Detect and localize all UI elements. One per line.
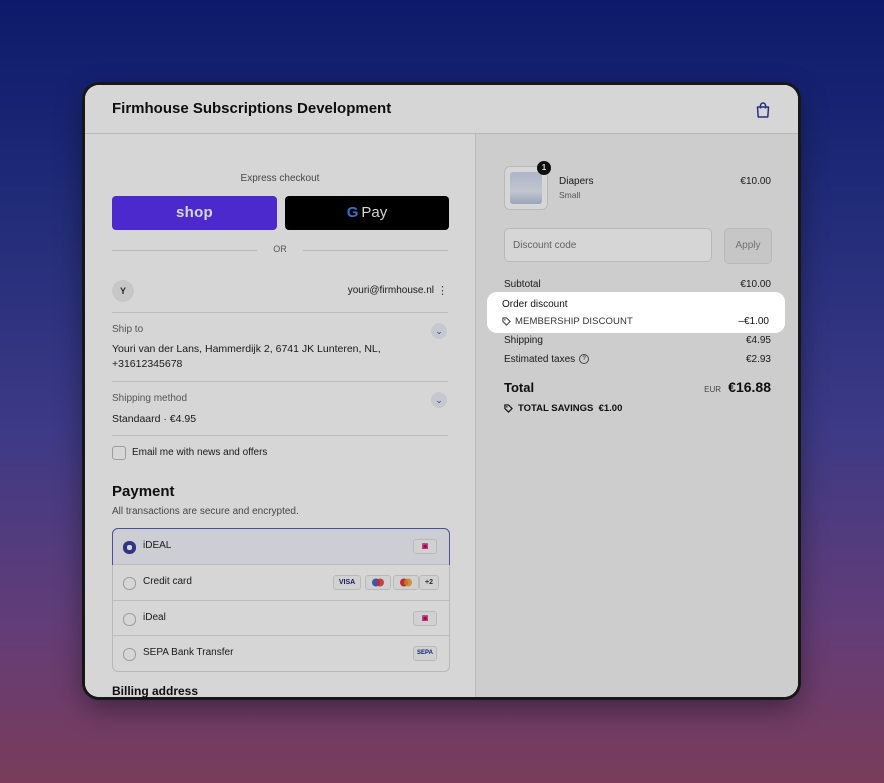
quantity-badge: 1 — [537, 161, 551, 175]
payment-subtitle: All transactions are secure and encrypte… — [112, 506, 299, 517]
account-email: youri@firmhouse.nl — [347, 285, 434, 296]
order-discount-highlight: Order discount MEMBERSHIP DISCOUNT –€1.0… — [487, 292, 785, 333]
estimated-taxes-label: Estimated taxes — [504, 354, 576, 365]
ship-to-address: Youri van der Lans, Hammerdijk 2, 6741 J… — [112, 343, 381, 355]
or-divider: OR — [112, 244, 448, 256]
estimated-taxes-row: Estimated taxes? — [504, 354, 590, 365]
more-options-icon[interactable]: ⋮ — [437, 284, 448, 297]
ship-to-label: Ship to — [112, 324, 144, 335]
tag-icon — [504, 404, 513, 413]
discount-code-name: MEMBERSHIP DISCOUNT — [515, 316, 633, 327]
order-summary: 1 Diapers Small €10.00 Apply Subtotal €1… — [475, 134, 798, 697]
payment-methods: iDEAL ▣ Credit card VISA +2 iDeal ▣ SEPA… — [112, 528, 450, 672]
product-variant: Small — [559, 190, 581, 200]
tag-icon — [502, 317, 511, 326]
google-icon: G — [346, 204, 359, 221]
discount-code-input[interactable] — [504, 228, 712, 262]
total-savings-label: TOTAL SAVINGS — [518, 403, 594, 414]
payment-option-credit-card[interactable]: Credit card VISA +2 — [113, 565, 449, 600]
divider — [112, 435, 448, 436]
radio-unselected[interactable] — [123, 577, 136, 590]
radio-unselected[interactable] — [123, 648, 136, 661]
apply-discount-button[interactable]: Apply — [724, 228, 772, 264]
estimated-taxes-value: €2.93 — [745, 354, 771, 365]
ideal-logo-icon: ▣ — [413, 611, 437, 626]
payment-option-label: iDEAL — [143, 540, 172, 551]
sepa-logo-icon: SEPA — [413, 646, 437, 661]
account-row: Y youri@firmhouse.nl ⋮ — [112, 280, 448, 302]
shipping-method-label: Shipping method — [112, 393, 188, 404]
billing-address-title: Billing address — [112, 684, 199, 697]
product-price: €10.00 — [740, 176, 771, 187]
payment-option-label: iDeal — [143, 612, 166, 623]
shipping-method-chevron-down-icon[interactable]: ⌄ — [431, 392, 447, 408]
divider — [112, 312, 448, 313]
shipping-label: Shipping — [504, 335, 543, 346]
more-cards-badge: +2 — [419, 575, 439, 590]
order-discount-label: Order discount — [502, 299, 568, 310]
total-savings: TOTAL SAVINGS €1.00 — [504, 403, 622, 414]
avatar: Y — [112, 280, 134, 302]
total-value: €16.88 — [728, 379, 771, 395]
radio-unselected[interactable] — [123, 613, 136, 626]
ship-to-chevron-down-icon[interactable]: ⌄ — [431, 323, 447, 339]
newsletter-checkbox[interactable] — [112, 446, 126, 460]
shopping-bag-icon[interactable] — [754, 101, 772, 119]
total-savings-value: €1.00 — [598, 403, 623, 414]
payment-option-ideal[interactable]: iDEAL ▣ — [112, 528, 450, 565]
payment-title: Payment — [112, 483, 175, 500]
google-pay-button[interactable]: G Pay — [285, 196, 449, 230]
radio-selected[interactable] — [123, 541, 136, 554]
mastercard-logo-icon — [393, 575, 419, 590]
ideal-logo-icon: ▣ — [413, 539, 437, 554]
checkout-header: Firmhouse Subscriptions Development — [85, 85, 798, 134]
total-label: Total — [504, 380, 535, 395]
checkout-window: Firmhouse Subscriptions Development Expr… — [85, 85, 798, 697]
ship-to-phone: +31612345678 — [112, 358, 183, 370]
maestro-logo-icon — [365, 575, 391, 590]
order-discount-value: –€1.00 — [738, 316, 769, 327]
payment-option-label: Credit card — [143, 576, 192, 587]
express-checkout-label: Express checkout — [240, 173, 320, 184]
divider — [112, 381, 448, 382]
payment-option-sepa[interactable]: SEPA Bank Transfer SEPA — [113, 636, 449, 671]
payment-option-label: SEPA Bank Transfer — [143, 647, 234, 658]
shop-pay-button[interactable]: shop — [112, 196, 277, 230]
gpay-label: Pay — [361, 204, 388, 221]
payment-option-ideal-2[interactable]: iDeal ▣ — [113, 601, 449, 636]
total-currency: EUR — [704, 385, 721, 394]
store-name[interactable]: Firmhouse Subscriptions Development — [112, 100, 391, 117]
product-name: Diapers — [559, 176, 594, 187]
help-icon[interactable]: ? — [579, 354, 590, 365]
shipping-value: €4.95 — [745, 335, 771, 346]
checkout-form: Express checkout shop G Pay OR Y youri@fi… — [85, 134, 475, 697]
subtotal-label: Subtotal — [504, 279, 541, 290]
newsletter-label[interactable]: Email me with news and offers — [132, 447, 267, 458]
or-text: OR — [273, 244, 287, 254]
shipping-method-value: Standaard · €4.95 — [112, 413, 197, 425]
visa-logo-icon: VISA — [333, 575, 361, 590]
subtotal-value: €10.00 — [740, 279, 771, 290]
